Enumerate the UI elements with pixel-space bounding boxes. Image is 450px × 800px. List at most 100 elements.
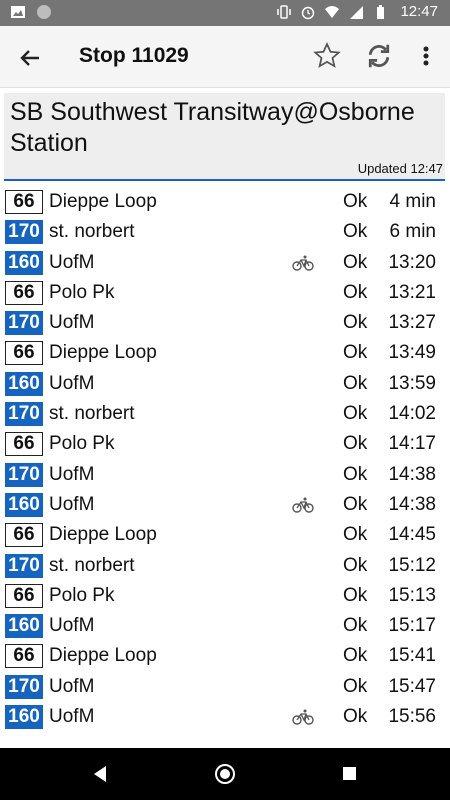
departures-list[interactable]: 66 Dieppe Loop Ok 4 min 170 st. norbert Ok 6 mi… (0, 187, 450, 742)
destination-label: UofM (49, 675, 95, 697)
route-badge: 66 (5, 583, 43, 608)
departure-row[interactable]: 170 st. norbert Ok 14:02 (0, 399, 450, 429)
status-label: Ok (343, 493, 368, 515)
route-badge: 170 (5, 220, 43, 245)
destination-label: Dieppe Loop (49, 524, 157, 546)
destination-label: Polo Pk (49, 584, 115, 606)
circle-icon (37, 5, 51, 19)
wifi-icon (325, 5, 340, 18)
image-icon (11, 6, 25, 18)
route-badge: 66 (5, 644, 43, 669)
destination-label: UofM (49, 312, 95, 334)
departure-time: 15:41 (388, 645, 436, 667)
page-title: Stop 11029 (79, 44, 189, 67)
departure-time: 15:12 (388, 554, 436, 576)
app-bar: Stop 11029 (0, 26, 450, 88)
status-label: Ok (343, 403, 368, 425)
destination-label: Dieppe Loop (49, 645, 157, 667)
more-vert-icon (423, 46, 429, 66)
route-badge: 160 (5, 250, 43, 275)
route-badge: 170 (5, 311, 43, 336)
back-arrow-icon (20, 50, 39, 66)
departure-time: 14:38 (388, 463, 436, 485)
status-label: Ok (343, 281, 368, 303)
status-label: Ok (343, 645, 368, 667)
departure-row[interactable]: 66 Dieppe Loop Ok 13:49 (0, 338, 450, 368)
departure-row[interactable]: 170 UofM Ok 14:38 (0, 460, 450, 490)
departure-time: 13:20 (388, 251, 436, 273)
destination-label: st. norbert (49, 221, 135, 243)
route-badge: 66 (5, 523, 43, 548)
destination-label: UofM (49, 706, 95, 728)
bike-rack-icon (292, 709, 314, 725)
destination-label: UofM (49, 615, 95, 637)
nav-home-icon[interactable] (215, 764, 235, 784)
overflow-menu-button[interactable] (414, 41, 438, 73)
refresh-icon (368, 44, 390, 68)
refresh-button[interactable] (364, 41, 396, 73)
departure-row[interactable]: 160 UofM Ok 13:20 (0, 248, 450, 278)
stop-name: SB Southwest Transitway@Osborne Station (10, 98, 415, 157)
route-badge: 66 (5, 341, 43, 366)
destination-label: st. norbert (49, 403, 135, 425)
departure-row[interactable]: 170 st. norbert Ok 6 min (0, 217, 450, 247)
departure-time: 6 min (389, 221, 436, 243)
destination-label: UofM (49, 251, 95, 273)
route-badge: 160 (5, 492, 43, 517)
departure-row[interactable]: 66 Dieppe Loop Ok 14:45 (0, 520, 450, 550)
alarm-icon (302, 6, 315, 19)
status-label: Ok (343, 221, 368, 243)
departure-row[interactable]: 66 Dieppe Loop Ok 4 min (0, 187, 450, 217)
departure-row[interactable]: 66 Polo Pk Ok 15:13 (0, 581, 450, 611)
status-label: Ok (343, 584, 368, 606)
status-label: Ok (343, 433, 368, 455)
status-label: Ok (343, 675, 368, 697)
departure-row[interactable]: 170 UofM Ok 13:27 (0, 308, 450, 338)
destination-label: Dieppe Loop (49, 191, 157, 212)
route-badge: 160 (5, 371, 43, 396)
departure-row[interactable]: 66 Dieppe Loop Ok 15:41 (0, 641, 450, 671)
stop-header: SB Southwest Transitway@Osborne Station … (4, 93, 445, 181)
departure-time: 14:17 (388, 433, 436, 455)
nav-back-icon[interactable] (92, 765, 108, 783)
departure-row[interactable]: 160 UofM Ok 15:56 (0, 702, 450, 732)
departure-row[interactable]: 160 UofM Ok 14:38 (0, 490, 450, 520)
destination-label: st. norbert (49, 554, 135, 576)
destination-label: Polo Pk (49, 281, 115, 303)
departure-row[interactable]: 66 Polo Pk Ok 14:17 (0, 429, 450, 459)
departure-time: 14:45 (388, 524, 436, 546)
route-badge: 170 (5, 402, 43, 427)
status-label: Ok (343, 372, 368, 394)
favorite-button[interactable] (312, 41, 344, 73)
back-button[interactable] (14, 42, 46, 74)
departure-time: 13:49 (388, 342, 436, 364)
departure-row[interactable]: 170 st. norbert Ok 15:12 (0, 551, 450, 581)
departure-time: 15:56 (388, 706, 436, 728)
status-label: Ok (343, 312, 368, 334)
updated-timestamp: Updated 12:47 (357, 161, 443, 176)
departure-time: 15:13 (388, 584, 436, 606)
route-badge: 170 (5, 462, 43, 487)
departure-row[interactable]: 160 UofM Ok 13:59 (0, 369, 450, 399)
status-bar: 12:47 (0, 0, 450, 26)
bike-rack-icon (292, 255, 314, 271)
status-label: Ok (343, 463, 368, 485)
route-badge: 66 (5, 432, 43, 457)
destination-label: UofM (49, 372, 95, 394)
route-badge: 160 (5, 705, 43, 730)
departure-time: 14:02 (388, 403, 436, 425)
departure-row[interactable]: 66 Polo Pk Ok 13:21 (0, 278, 450, 308)
route-badge: 170 (5, 674, 43, 699)
departure-time: 13:21 (388, 281, 436, 303)
battery-icon (377, 4, 385, 19)
nav-recents-icon[interactable] (343, 767, 356, 780)
star-outline-icon (313, 42, 341, 68)
status-label: Ok (343, 342, 368, 364)
departure-row[interactable]: 170 UofM Ok 15:47 (0, 672, 450, 702)
vibrate-icon (277, 4, 292, 19)
destination-label: UofM (49, 463, 95, 485)
departure-row[interactable]: 160 UofM Ok 15:17 (0, 611, 450, 641)
destination-label: Dieppe Loop (49, 342, 157, 364)
route-badge: 160 (5, 614, 43, 639)
departure-time: 15:47 (388, 675, 436, 697)
